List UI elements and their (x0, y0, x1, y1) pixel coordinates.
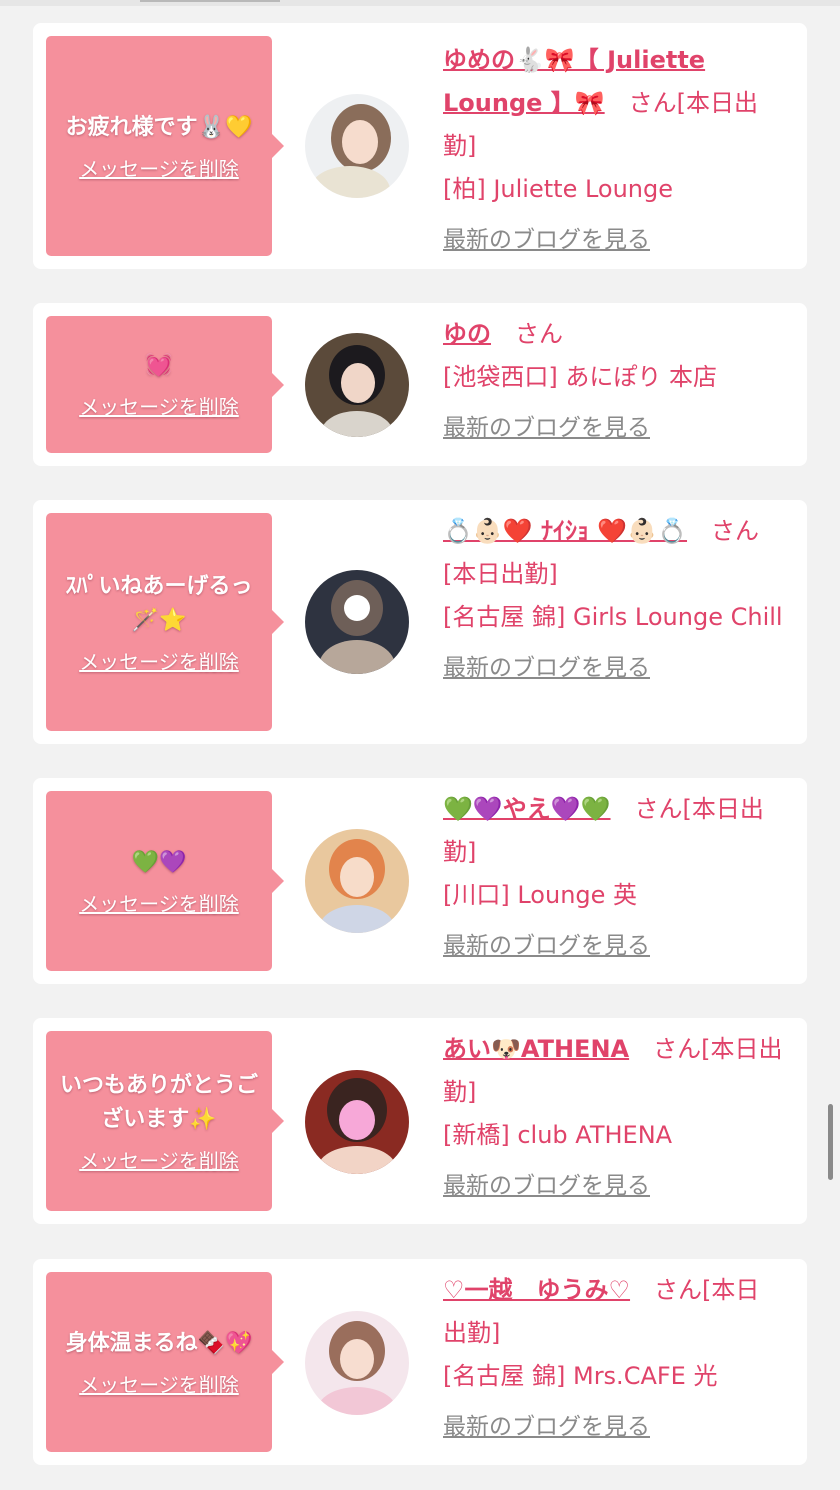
shop-name: [池袋西口] あにぽり 本店 (443, 363, 717, 391)
message-card: お疲れ様です🐰💛 メッセージを削除 ゆめの🐇🎀【 Juliette Lounge… (33, 23, 807, 269)
avatar-photo (305, 94, 409, 198)
message-bubble: お疲れ様です🐰💛 メッセージを削除 (46, 36, 284, 256)
avatar[interactable] (305, 333, 409, 437)
message-text: いつもありがとうございます✨ (59, 1072, 258, 1132)
avatar[interactable] (305, 1070, 409, 1174)
avatar[interactable] (305, 829, 409, 933)
latest-blog-link[interactable]: 最新のブログを見る (443, 925, 783, 968)
message-card: 💓 メッセージを削除 ゆの さん [池袋西口] あにぽり 本店 最新のブログを見… (33, 303, 807, 466)
cast-name-link[interactable]: あい🐶ATHENA (443, 1035, 629, 1063)
avatar-photo (305, 1311, 409, 1415)
cast-name-link[interactable]: 💚💜やえ💜💚 (443, 795, 611, 823)
message-text: お疲れ様です🐰💛 (65, 114, 253, 140)
shop-name: [新橋] club ATHENA (443, 1121, 673, 1149)
shop-name: [柏] Juliette Lounge (443, 175, 674, 203)
latest-blog-link[interactable]: 最新のブログを見る (443, 647, 783, 690)
message-text: 💚💜 (131, 849, 187, 875)
latest-blog-link[interactable]: 最新のブログを見る (443, 1406, 783, 1449)
message-bubble: ｽﾊﾟいねあーげるっ🪄⭐️ メッセージを削除 (46, 513, 284, 731)
top-divider-segment (140, 0, 280, 2)
message-bubble: 💓 メッセージを削除 (46, 316, 284, 453)
cast-info: あい🐶ATHENA さん[本日出勤] [新橋] club ATHENA 最新のブ… (443, 1028, 783, 1208)
message-bubble: 身体温まるね🍫💖 メッセージを削除 (46, 1272, 284, 1452)
avatar-photo (305, 570, 409, 674)
message-text: 身体温まるね🍫💖 (65, 1330, 253, 1356)
message-card: 身体温まるね🍫💖 メッセージを削除 ♡一越 ゆうみ♡ さん[本日出勤] [名古屋… (33, 1259, 807, 1465)
shop-name: [名古屋 錦] Girls Lounge Chill (443, 603, 783, 631)
message-bubble: 💚💜 メッセージを削除 (46, 791, 284, 971)
message-text: 💓 (145, 353, 173, 378)
message-text: ｽﾊﾟいねあーげるっ🪄⭐️ (65, 573, 253, 633)
cast-name-link[interactable]: 💍👶🏻❤️ ﾅｲｼｮ ❤️👶🏻💍 (443, 517, 687, 545)
delete-message-link[interactable]: メッセージを削除 (79, 1145, 239, 1174)
cast-info: ♡一越 ゆうみ♡ さん[本日出勤] [名古屋 錦] Mrs.CAFE 光 最新の… (443, 1269, 783, 1449)
delete-message-link[interactable]: メッセージを削除 (79, 888, 239, 917)
delete-message-link[interactable]: メッセージを削除 (79, 1369, 239, 1398)
avatar-photo (305, 829, 409, 933)
message-card: 💚💜 メッセージを削除 💚💜やえ💜💚 さん[本日出勤] [川口] Lounge … (33, 778, 807, 984)
avatar[interactable] (305, 94, 409, 198)
cast-info: ゆめの🐇🎀【 Juliette Lounge 】🎀 さん[本日出勤] [柏] J… (443, 39, 783, 262)
delete-message-link[interactable]: メッセージを削除 (79, 646, 239, 675)
cast-info: ゆの さん [池袋西口] あにぽり 本店 最新のブログを見る (443, 313, 783, 450)
cast-info: 💚💜やえ💜💚 さん[本日出勤] [川口] Lounge 英 最新のブログを見る (443, 788, 783, 968)
message-card: ｽﾊﾟいねあーげるっ🪄⭐️ メッセージを削除 💍👶🏻❤️ ﾅｲｼｮ ❤️👶🏻💍 … (33, 500, 807, 744)
avatar[interactable] (305, 570, 409, 674)
avatar-photo (305, 333, 409, 437)
delete-message-link[interactable]: メッセージを削除 (79, 391, 239, 420)
latest-blog-link[interactable]: 最新のブログを見る (443, 219, 783, 262)
cast-name-link[interactable]: ゆの (443, 320, 491, 348)
top-divider (0, 0, 840, 6)
latest-blog-link[interactable]: 最新のブログを見る (443, 1165, 783, 1208)
avatar-photo (305, 1070, 409, 1174)
message-bubble: いつもありがとうございます✨ メッセージを削除 (46, 1031, 284, 1211)
latest-blog-link[interactable]: 最新のブログを見る (443, 407, 783, 450)
shop-name: [川口] Lounge 英 (443, 881, 638, 909)
delete-message-link[interactable]: メッセージを削除 (79, 153, 239, 182)
cast-status: さん (491, 320, 563, 348)
cast-info: 💍👶🏻❤️ ﾅｲｼｮ ❤️👶🏻💍 さん[本日出勤] [名古屋 錦] Girls … (443, 510, 783, 690)
message-card: いつもありがとうございます✨ メッセージを削除 あい🐶ATHENA さん[本日出… (33, 1018, 807, 1224)
shop-name: [名古屋 錦] Mrs.CAFE 光 (443, 1362, 718, 1390)
scrollbar-thumb[interactable] (828, 1104, 833, 1180)
cast-name-link[interactable]: ♡一越 ゆうみ♡ (443, 1276, 630, 1304)
avatar[interactable] (305, 1311, 409, 1415)
